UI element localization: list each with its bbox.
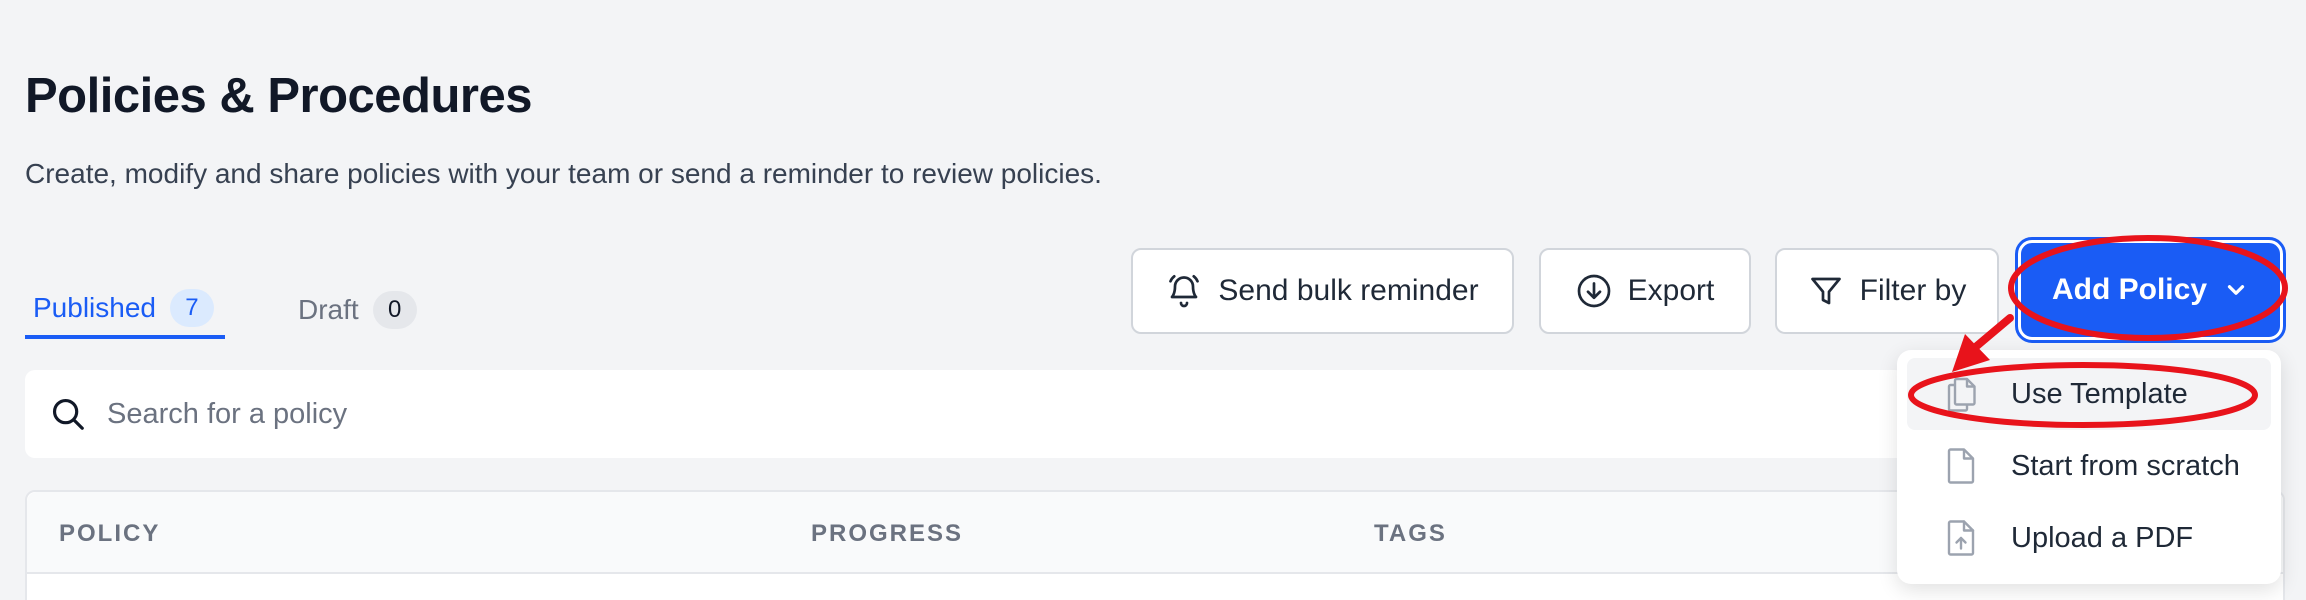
- menu-item-label: Start from scratch: [2011, 449, 2240, 482]
- export-button[interactable]: Export: [1539, 248, 1751, 334]
- tab-count-badge: 0: [372, 291, 417, 329]
- filter-by-label: Filter by: [1859, 274, 1967, 307]
- upload-document-icon: [1947, 520, 1975, 556]
- menu-item-label: Use Template: [2011, 377, 2188, 410]
- menu-item-upload-pdf[interactable]: Upload a PDF: [1907, 502, 2271, 574]
- search-bar: [25, 370, 1905, 458]
- menu-item-label: Upload a PDF: [2011, 521, 2194, 554]
- tab-label: Draft: [298, 294, 359, 325]
- send-bulk-reminder-button[interactable]: Send bulk reminder: [1131, 248, 1514, 334]
- send-bulk-reminder-label: Send bulk reminder: [1218, 274, 1479, 307]
- add-policy-button[interactable]: Add Policy: [2015, 237, 2286, 343]
- filter-by-button[interactable]: Filter by: [1775, 248, 1999, 334]
- add-policy-menu: Use Template Start from scratch Upload a…: [1897, 350, 2281, 584]
- download-circle-icon: [1577, 274, 1610, 308]
- column-header-progress[interactable]: PROGRESS: [811, 520, 963, 548]
- search-icon: [52, 398, 84, 430]
- column-header-tags[interactable]: TAGS: [1374, 520, 1447, 548]
- add-policy-label: Add Policy: [2051, 273, 2208, 306]
- menu-item-use-template[interactable]: Use Template: [1907, 358, 2271, 430]
- export-label: Export: [1627, 274, 1715, 307]
- tab-label: Published: [33, 292, 156, 323]
- tab-draft[interactable]: Draft 0: [298, 280, 417, 340]
- menu-item-start-from-scratch[interactable]: Start from scratch: [1907, 430, 2271, 502]
- search-input[interactable]: [107, 397, 1807, 431]
- bell-icon: [1169, 274, 1200, 308]
- blank-document-icon: [1947, 448, 1975, 484]
- page-title: Policies & Procedures: [25, 69, 532, 123]
- tab-published[interactable]: Published 7: [25, 281, 225, 339]
- funnel-icon: [1810, 277, 1841, 305]
- column-header-policy[interactable]: POLICY: [59, 520, 160, 548]
- page-subtitle: Create, modify and share policies with y…: [25, 158, 1102, 189]
- tab-count-badge: 7: [169, 289, 214, 327]
- chevron-down-icon: [2227, 285, 2245, 295]
- copy-documents-icon: [1947, 377, 1976, 412]
